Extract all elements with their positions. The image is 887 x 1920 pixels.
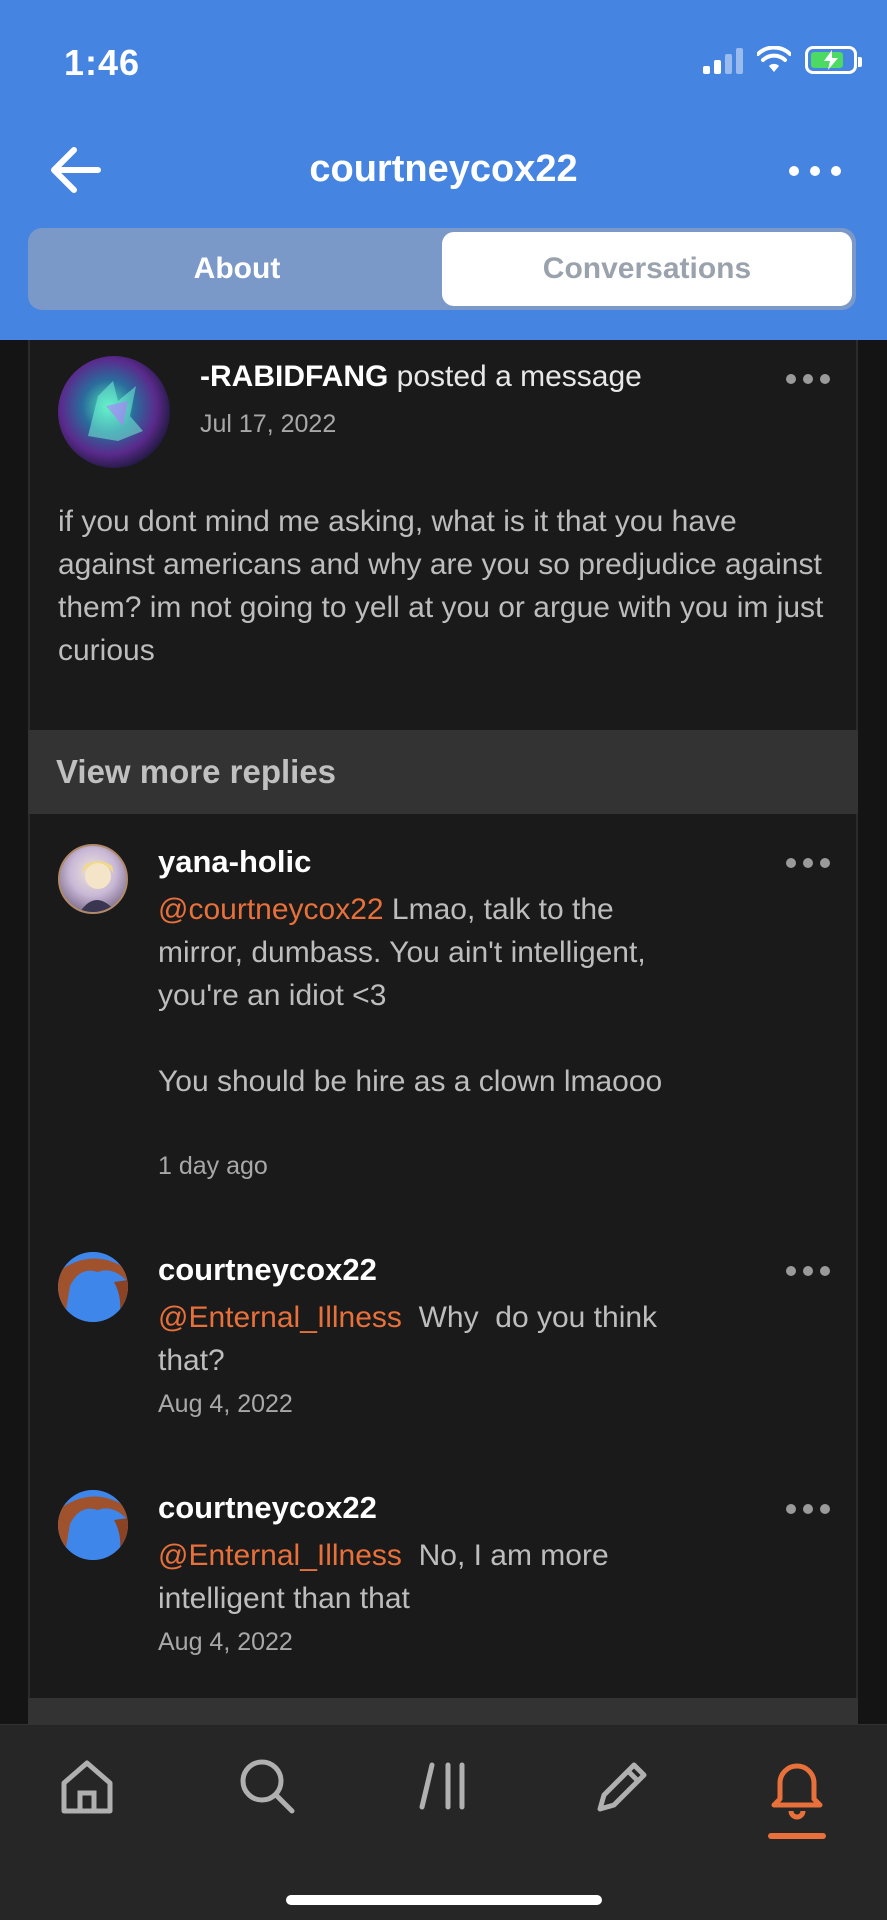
battery-icon: [805, 46, 862, 74]
reply-mention[interactable]: @courtneycox22: [158, 893, 384, 926]
reply-date: Aug 4, 2022: [158, 1628, 293, 1656]
home-indicator[interactable]: [286, 1895, 602, 1905]
reply-text: @courtneycox22 Lmao, talk to the mirror,…: [158, 888, 678, 1103]
signal-icon: [703, 46, 743, 74]
profile-segmented-control: About Conversations: [28, 228, 856, 310]
reply-author[interactable]: yana-holic: [158, 844, 311, 880]
post-action: posted a message: [388, 360, 642, 393]
reply-text: @Enternal_Illness Why do you think that?: [158, 1296, 678, 1382]
tab-conversations[interactable]: Conversations: [442, 232, 852, 306]
bottom-tab-bar: [0, 1724, 887, 1920]
page-title: courtneycox22: [309, 148, 578, 190]
compose-icon: [597, 1762, 647, 1812]
reply-author[interactable]: courtneycox22: [158, 1490, 377, 1526]
active-tab-indicator: [768, 1833, 826, 1839]
reply-author[interactable]: courtneycox22: [158, 1252, 377, 1288]
reply-item: courtneycox22 @Enternal_Illness No, I am…: [30, 1460, 860, 1698]
reply-more-button[interactable]: [786, 858, 830, 870]
post-header: -RABIDFANG posted a message: [200, 360, 642, 394]
feed-icon: [419, 1762, 465, 1810]
post-date: Jul 17, 2022: [200, 410, 337, 438]
reply-item: courtneycox22 @Enternal_Illness Why do y…: [30, 1222, 860, 1460]
notifications-icon: [771, 1763, 823, 1820]
tab-about[interactable]: About: [32, 232, 442, 306]
post-body: if you dont mind me asking, what is it t…: [58, 505, 824, 667]
reply-more-button[interactable]: [786, 1266, 830, 1278]
reply-date: Aug 4, 2022: [158, 1390, 293, 1418]
tab-compose[interactable]: [586, 1751, 656, 1821]
wifi-icon: [757, 46, 791, 72]
tab-home[interactable]: [52, 1751, 122, 1821]
tab-search[interactable]: [232, 1751, 302, 1821]
search-icon: [240, 1759, 295, 1814]
reply-more-button[interactable]: [786, 1504, 830, 1516]
reply-text: @Enternal_Illness No, I am more intellig…: [158, 1534, 678, 1620]
reply-mention[interactable]: @Enternal_Illness: [158, 1539, 402, 1572]
app-header: 1:46 courtneycox22 About Conversations: [0, 0, 887, 340]
yana-holic-avatar[interactable]: [58, 844, 128, 914]
view-more-replies-button[interactable]: View more replies: [28, 730, 858, 814]
rabidfang-avatar[interactable]: [58, 356, 170, 468]
reply-mention[interactable]: @Enternal_Illness: [158, 1301, 402, 1334]
tab-notifications[interactable]: [762, 1751, 832, 1821]
post-more-button[interactable]: [786, 374, 830, 386]
courtneycox22-avatar[interactable]: [58, 1252, 128, 1322]
replies-list: yana-holic @courtneycox22 Lmao, talk to …: [28, 814, 858, 1698]
reply-item: yana-holic @courtneycox22 Lmao, talk to …: [30, 814, 860, 1214]
more-options-button[interactable]: [789, 156, 841, 186]
courtneycox22-avatar[interactable]: [58, 1490, 128, 1560]
status-time: 1:46: [64, 42, 141, 83]
post-author[interactable]: -RABIDFANG: [200, 360, 388, 393]
home-icon: [61, 1760, 113, 1814]
status-icons: [703, 46, 862, 74]
message-post: -RABIDFANG posted a message Jul 17, 2022…: [28, 340, 858, 730]
tab-feed[interactable]: [410, 1751, 480, 1821]
reply-date: 1 day ago: [158, 1152, 268, 1180]
